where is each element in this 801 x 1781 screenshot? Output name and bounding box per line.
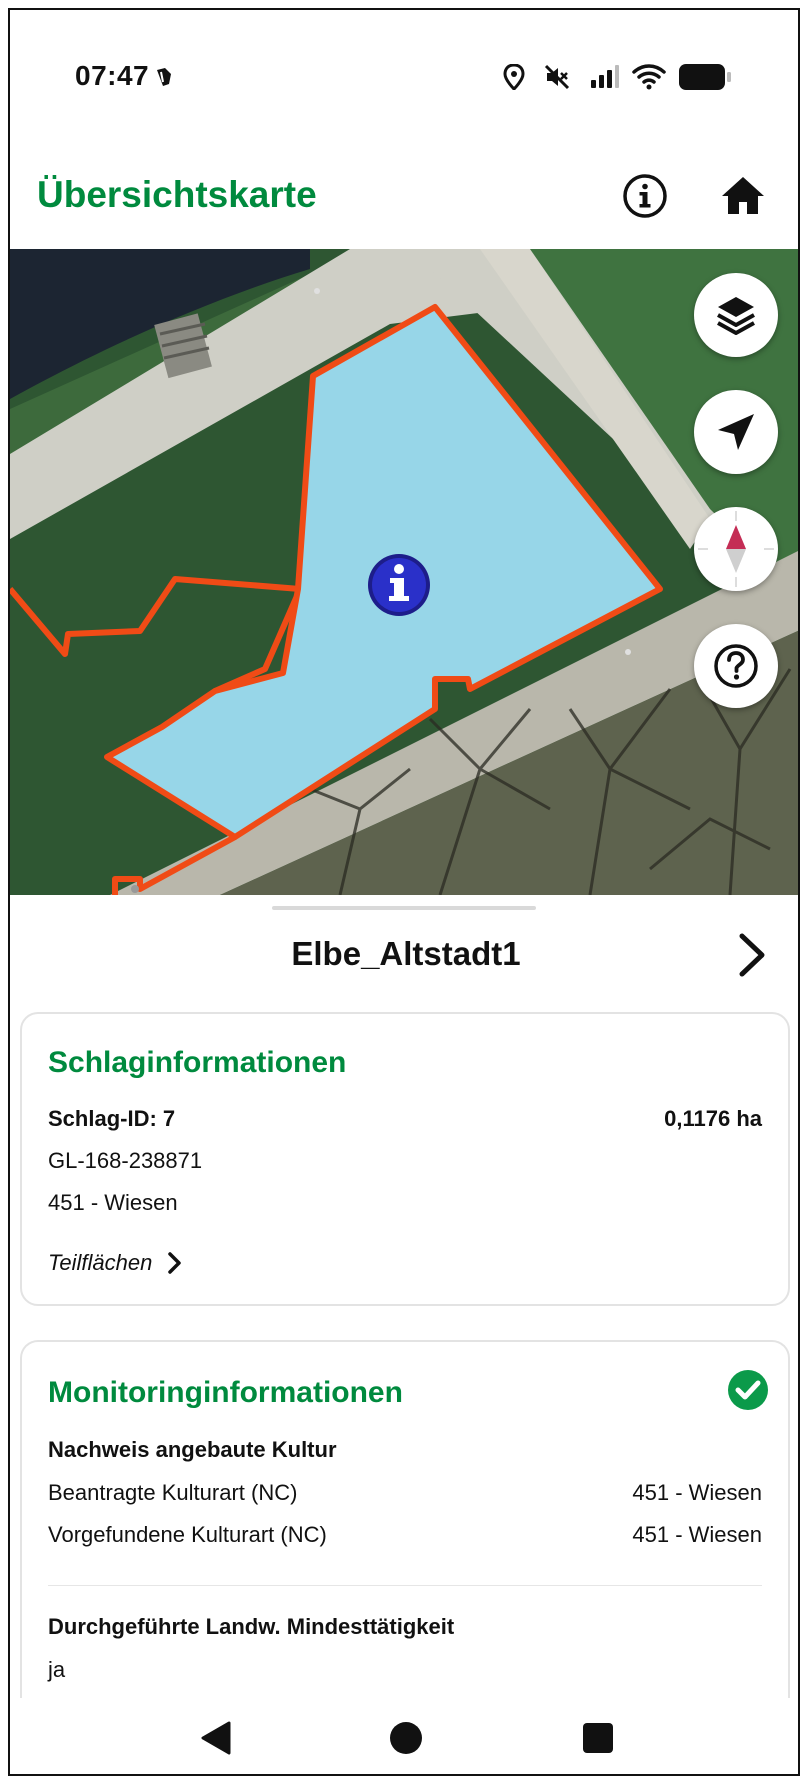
sheet-drag-handle[interactable] [272, 906, 536, 910]
home-nav-button[interactable] [384, 1716, 428, 1760]
location-icon [503, 63, 525, 95]
monitoring-info-heading: Monitoringinformationen [48, 1376, 403, 1409]
field-name: Elbe_Altstadt1 [291, 935, 521, 972]
schlag-id-row: Schlag-ID: 7 0,1176 ha [48, 1106, 762, 1132]
schlag-info-heading: Schlaginformationen [48, 1046, 347, 1079]
status-check-icon [728, 1370, 768, 1415]
min-activity-value-row: ja [48, 1657, 762, 1683]
usage: 451 - Wiesen [48, 1190, 178, 1215]
wifi-icon [632, 64, 666, 95]
layers-button[interactable] [694, 273, 778, 357]
requested-crop-row: Beantragte Kulturart (NC) 451 - Wiesen [48, 1480, 762, 1506]
chevron-right-icon [739, 933, 765, 977]
phone-screen: 07:47 Übersichtskarte Elbe_Altstadt1 Sch… [8, 8, 800, 1776]
page-title: Übersichtskarte [37, 174, 317, 215]
layers-icon [717, 297, 755, 335]
min-activity-label: Durchgeführte Landw. Mindesttätigkeit [48, 1614, 455, 1639]
crop-proof-row: Nachweis angebaute Kultur [48, 1437, 762, 1463]
system-nav-bar [10, 1698, 798, 1774]
info-button[interactable] [617, 168, 673, 224]
back-icon [201, 1721, 231, 1755]
map-view[interactable] [10, 249, 798, 895]
schlag-area: 0,1176 ha [664, 1106, 762, 1131]
schlag-id: Schlag-ID: 7 [48, 1106, 176, 1131]
found-crop-label: Vorgefundene Kulturart (NC) [48, 1522, 327, 1547]
schlag-info-card: Schlaginformationen Schlag-ID: 7 0,1176 … [20, 1012, 790, 1306]
back-button[interactable] [194, 1716, 238, 1760]
chevron-right-icon [168, 1252, 182, 1274]
info-icon [623, 174, 667, 218]
home-icon [722, 177, 764, 214]
gl-id: GL-168-238871 [48, 1148, 203, 1173]
usage-row: 451 - Wiesen [48, 1190, 762, 1216]
square-recents-icon [583, 1723, 613, 1753]
field-info-marker[interactable] [366, 552, 432, 618]
divider [48, 1585, 762, 1586]
help-icon [714, 644, 758, 688]
compass-button[interactable] [694, 507, 778, 591]
sub-areas-link[interactable]: Teilflächen [48, 1250, 184, 1276]
home-button[interactable] [715, 168, 771, 224]
info-marker-icon [368, 554, 430, 616]
found-crop-value: 451 - Wiesen [632, 1522, 762, 1547]
gl-id-row: GL-168-238871 [48, 1148, 762, 1174]
notification-icon [153, 66, 175, 93]
field-details-button[interactable] [732, 930, 772, 980]
recents-button[interactable] [576, 1716, 620, 1760]
signal-icon [590, 64, 620, 93]
navigate-button[interactable] [694, 390, 778, 474]
help-button[interactable] [694, 624, 778, 708]
status-bar: 07:47 [10, 10, 798, 130]
circle-home-icon [390, 1722, 422, 1754]
mute-icon [544, 64, 570, 95]
min-activity-row: Durchgeführte Landw. Mindesttätigkeit [48, 1614, 762, 1640]
crop-proof-label: Nachweis angebaute Kultur [48, 1437, 337, 1462]
requested-crop-label: Beantragte Kulturart (NC) [48, 1480, 298, 1505]
found-crop-row: Vorgefundene Kulturart (NC) 451 - Wiesen [48, 1522, 762, 1548]
requested-crop-value: 451 - Wiesen [632, 1480, 762, 1505]
navigate-icon [718, 414, 754, 450]
battery-icon [678, 62, 732, 97]
min-activity-value: ja [48, 1657, 66, 1682]
status-time: 07:47 [75, 60, 150, 91]
sub-areas-label: Teilflächen [48, 1250, 153, 1275]
compass-icon [698, 511, 774, 587]
app-bar: Übersichtskarte [10, 130, 798, 248]
